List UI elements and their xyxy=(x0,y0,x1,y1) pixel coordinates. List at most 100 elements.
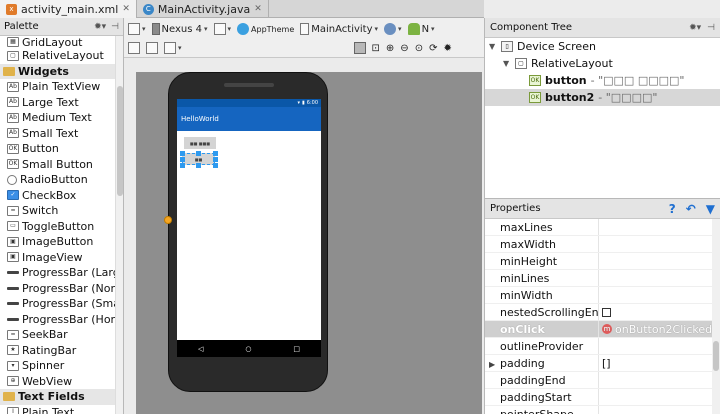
canvas-stage[interactable]: ▾ ▮ 6:00 HelloWorld ■■ ■■■ ■■ ◁ ○ □ xyxy=(136,72,482,414)
palette-item-large-text[interactable]: Ab Large Text xyxy=(0,95,116,111)
property-value[interactable] xyxy=(598,236,720,252)
palette-item-progressbar-large[interactable]: ProgressBar (Large) xyxy=(0,265,116,281)
parent-anchor-handle[interactable] xyxy=(164,216,172,224)
property-row-padding[interactable]: ▶ padding [] xyxy=(485,355,720,372)
property-row-minheight[interactable]: minHeight xyxy=(485,253,720,270)
property-row-minwidth[interactable]: minWidth xyxy=(485,287,720,304)
property-value[interactable] xyxy=(598,270,720,286)
property-value[interactable] xyxy=(598,338,720,354)
layout-variant-button[interactable]: ▾ xyxy=(128,22,146,36)
collapse-arrow-icon[interactable]: ▼ xyxy=(489,42,497,51)
property-row-outlineprovider[interactable]: outlineProvider xyxy=(485,338,720,355)
zoom-in-button[interactable]: ⊕ xyxy=(386,41,394,55)
property-value[interactable]: [] xyxy=(598,355,720,371)
property-row-nestedscrollingenabled[interactable]: nestedScrollingEnabled xyxy=(485,304,720,321)
palette-category-text-fields[interactable]: Text Fields xyxy=(0,389,116,405)
property-row-maxwidth[interactable]: maxWidth xyxy=(485,236,720,253)
collapse-arrow-icon[interactable]: ▼ xyxy=(503,59,511,68)
palette-item-ratingbar[interactable]: ★ RatingBar xyxy=(0,343,116,359)
zoom-out-button[interactable]: ⊖ xyxy=(400,41,408,55)
selection-handle[interactable] xyxy=(180,151,185,156)
selection-handle[interactable] xyxy=(196,151,201,156)
palette-item-imageview[interactable]: ▣ ImageView xyxy=(0,250,116,266)
palette-item-button[interactable]: OK Button xyxy=(0,141,116,157)
hide-panel-icon[interactable]: ⊣ xyxy=(111,22,119,32)
palette-item-spinner[interactable]: ▾ Spinner xyxy=(0,358,116,374)
toggle-preview-button[interactable] xyxy=(353,41,366,55)
properties-scrollbar[interactable] xyxy=(712,219,720,414)
property-value[interactable] xyxy=(598,287,720,303)
tab-activity-main-xml[interactable]: x activity_main.xml ✕ xyxy=(0,0,137,18)
refresh-button[interactable]: ⟳ xyxy=(429,41,437,55)
selection-handle[interactable] xyxy=(213,163,218,168)
tree-node-button2[interactable]: OK button2 - "□□□□" xyxy=(485,89,720,106)
selection-handle[interactable] xyxy=(213,157,218,162)
fit-width-button[interactable] xyxy=(128,41,140,55)
palette-item-plain-text[interactable]: I Plain Text xyxy=(0,405,116,414)
undo-icon[interactable]: ↶ xyxy=(686,202,696,216)
close-icon[interactable]: ✕ xyxy=(254,4,262,14)
property-row-paddingstart[interactable]: paddingStart xyxy=(485,389,720,406)
scrollbar-thumb[interactable] xyxy=(117,86,123,196)
palette-item-plain-textview[interactable]: Ab Plain TextView xyxy=(0,79,116,95)
checkbox[interactable] xyxy=(602,307,611,317)
property-row-maxlines[interactable]: maxLines xyxy=(485,219,720,236)
scrollbar-thumb[interactable] xyxy=(713,341,719,371)
locale-selector[interactable]: ▾ xyxy=(384,22,402,36)
selection-handle[interactable] xyxy=(196,163,201,168)
device-selector[interactable]: Nexus 4 ▾ xyxy=(151,22,208,36)
palette-item-progressbar-small[interactable]: ProgressBar (Small) xyxy=(0,296,116,312)
orientation-selector[interactable]: ▾ xyxy=(213,22,231,36)
design-canvas[interactable]: ▾ ▮ 6:00 HelloWorld ■■ ■■■ ■■ ◁ ○ □ xyxy=(124,58,496,414)
device-screen[interactable]: ▾ ▮ 6:00 HelloWorld ■■ ■■■ ■■ ◁ ○ □ xyxy=(177,99,321,357)
filter-icon[interactable]: ▼ xyxy=(706,202,715,216)
api-level-selector[interactable]: N ▾ xyxy=(407,22,435,36)
palette-item-gridlayout[interactable]: ▦ GridLayout xyxy=(0,36,116,48)
tree-node-button[interactable]: OK button - "□□□ □□□□" xyxy=(485,72,720,89)
selection-handle[interactable] xyxy=(180,157,185,162)
palette-item-webview[interactable]: ⊕ WebView xyxy=(0,374,116,390)
property-value[interactable] xyxy=(598,253,720,269)
theme-selector[interactable]: AppTheme xyxy=(237,22,294,36)
tree-node-device-screen[interactable]: ▼ ▯ Device Screen xyxy=(485,38,720,55)
property-value[interactable] xyxy=(598,219,720,235)
property-row-paddingend[interactable]: paddingEnd xyxy=(485,372,720,389)
palette-item-medium-text[interactable]: Ab Medium Text xyxy=(0,110,116,126)
margins-button[interactable]: ▾ xyxy=(164,41,182,55)
settings-button[interactable]: ✹ xyxy=(443,41,451,55)
palette-item-seekbar[interactable]: ━ SeekBar xyxy=(0,327,116,343)
palette-scrollbar[interactable] xyxy=(115,36,123,414)
palette-item-checkbox[interactable]: ✓ CheckBox xyxy=(0,188,116,204)
close-icon[interactable]: ✕ xyxy=(122,4,130,14)
expand-arrow-icon[interactable]: ▶ xyxy=(489,360,495,369)
palette-item-progressbar-normal[interactable]: ProgressBar (Normal) xyxy=(0,281,116,297)
tab-mainactivity-java[interactable]: C MainActivity.java ✕ xyxy=(137,0,269,18)
property-value[interactable] xyxy=(598,304,720,320)
property-row-pointershape[interactable]: pointerShape xyxy=(485,406,720,414)
palette-item-togglebutton[interactable]: ▭ ToggleButton xyxy=(0,219,116,235)
palette-item-small-text[interactable]: Ab Small Text xyxy=(0,126,116,142)
palette-item-imagebutton[interactable]: ▣ ImageButton xyxy=(0,234,116,250)
palette-category-widgets[interactable]: Widgets xyxy=(0,63,116,79)
palette-item-switch[interactable]: ━ Switch xyxy=(0,203,116,219)
tree-node-relativelayout[interactable]: ▼ ▢ RelativeLayout xyxy=(485,55,720,72)
fit-height-button[interactable] xyxy=(146,41,158,55)
property-value[interactable]: m onButton2Clicked xyxy=(598,321,720,337)
selection-handle[interactable] xyxy=(180,163,185,168)
selection-handle[interactable] xyxy=(213,151,218,156)
property-value[interactable] xyxy=(598,389,720,405)
property-row-minlines[interactable]: minLines xyxy=(485,270,720,287)
zoom-actual-button[interactable]: ⊙ xyxy=(415,41,423,55)
palette-item-relativelayout[interactable]: ▢ RelativeLayout xyxy=(0,48,116,64)
palette-item-small-button[interactable]: OK Small Button xyxy=(0,157,116,173)
palette-item-radiobutton[interactable]: RadioButton xyxy=(0,172,116,188)
property-value[interactable] xyxy=(598,372,720,388)
preview-button[interactable]: ■■ ■■■ xyxy=(184,137,216,149)
property-row-onclick[interactable]: onClick m onButton2Clicked xyxy=(485,321,720,338)
activity-selector[interactable]: MainActivity ▾ xyxy=(300,22,378,36)
palette-item-progressbar-horizontal[interactable]: ProgressBar (Horizontal) xyxy=(0,312,116,328)
gear-icon[interactable]: ✹▾ xyxy=(689,23,701,33)
gear-icon[interactable]: ✹▾ xyxy=(94,22,106,32)
help-icon[interactable]: ? xyxy=(669,202,676,216)
hide-panel-icon[interactable]: ⊣ xyxy=(707,23,715,33)
